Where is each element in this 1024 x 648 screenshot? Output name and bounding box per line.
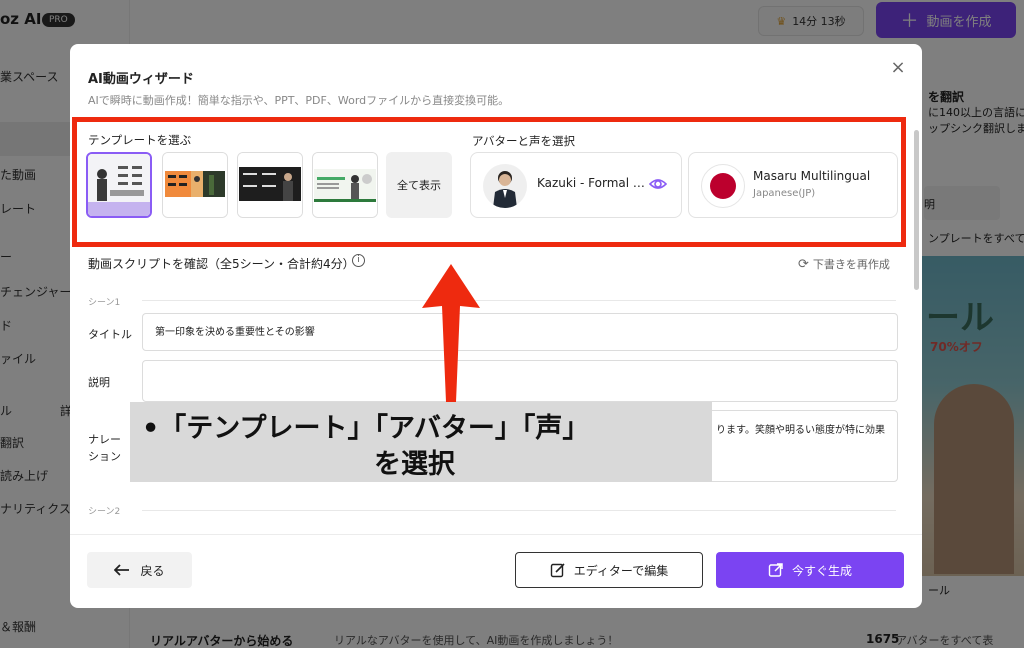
refresh-icon: ⟳	[798, 256, 809, 272]
close-icon[interactable]: ×	[888, 58, 908, 78]
generate-label: 今すぐ生成	[791, 563, 852, 578]
edit-in-editor-button[interactable]: エディターで編集	[515, 552, 703, 588]
footer-divider	[70, 534, 922, 535]
narration-text: ります。笑顔や明るい態度が特に効果	[716, 425, 885, 436]
title-field-label: タイトル	[88, 328, 132, 341]
narration-label-line2: ション	[88, 450, 121, 463]
annotation-callout: •「テンプレート」「アバター」「声」 を選択	[130, 402, 712, 482]
share-icon	[768, 563, 783, 577]
back-label: 戻る	[140, 563, 165, 578]
back-button[interactable]: 戻る	[87, 552, 192, 588]
modal-subtitle: AIで瞬時に動画作成！簡単な指示や、PPT、PDF、Wordファイルから直接変換…	[88, 94, 510, 107]
modal-scrollbar[interactable]	[914, 130, 919, 290]
annotation-text-line2: を選択	[374, 449, 455, 480]
arrow-left-icon	[114, 564, 130, 576]
edit-label: エディターで編集	[573, 563, 669, 578]
info-icon[interactable]: i	[352, 254, 365, 267]
scene-2-label: シーン2	[88, 507, 121, 517]
description-input[interactable]	[142, 360, 898, 402]
generate-now-button[interactable]: 今すぐ生成	[716, 552, 904, 588]
title-input[interactable]: 第一印象を決める重要性とその影響	[142, 313, 898, 351]
annotation-arrow-up-icon	[422, 264, 480, 402]
script-section-title: 動画スクリプトを確認（全5シーン・合計約4分）	[88, 257, 355, 271]
narration-label-line1: ナレー	[88, 433, 121, 446]
regenerate-draft-button[interactable]: ⟳ 下書きを再作成	[798, 256, 890, 272]
regenerate-label: 下書きを再作成	[812, 258, 890, 271]
scene-1-divider	[142, 300, 896, 301]
modal-title: AI動画ウィザード	[88, 72, 194, 87]
scene-2-divider	[142, 510, 896, 511]
annotation-text-line1: •「テンプレート」「アバター」「声」	[142, 413, 590, 444]
edit-icon	[550, 563, 565, 578]
description-field-label: 説明	[88, 376, 110, 389]
annotation-highlight-box	[72, 117, 906, 247]
scene-1-label: シーン1	[88, 298, 121, 308]
